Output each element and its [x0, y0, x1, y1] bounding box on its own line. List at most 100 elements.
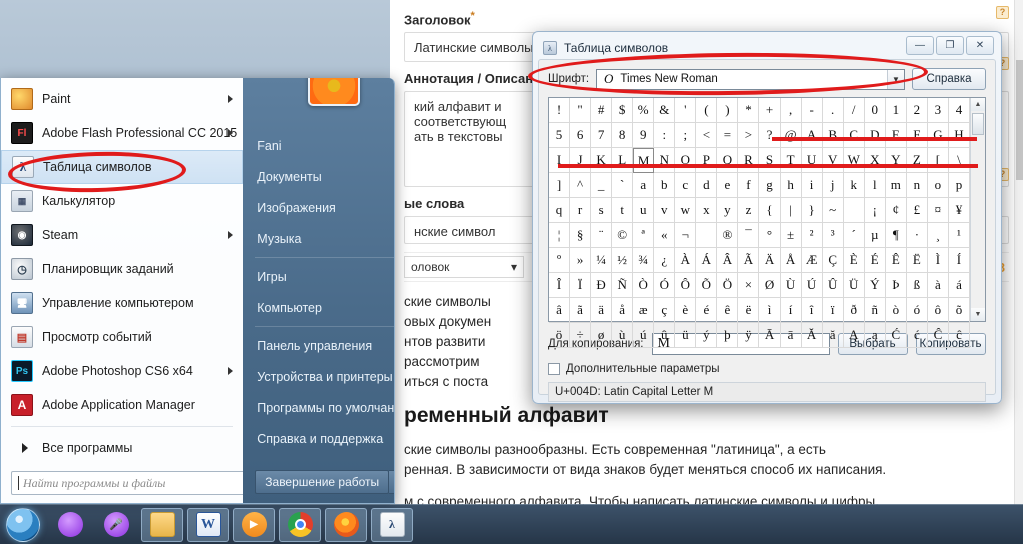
character-cell[interactable]: D [864, 123, 886, 148]
character-cell[interactable]: W [843, 148, 865, 173]
scroll-up-button[interactable]: ▲ [971, 98, 985, 111]
character-cell[interactable]: \ [948, 148, 970, 173]
character-cell[interactable]: © [612, 223, 634, 248]
character-cell[interactable]: ® [717, 223, 739, 248]
character-cell[interactable]: 6 [570, 123, 592, 148]
character-cell[interactable]: Ã [738, 248, 760, 273]
sidebar-item-paint[interactable]: Paint [1, 82, 243, 116]
character-cell[interactable]: Ü [843, 273, 865, 298]
sidebar-item-photoshop[interactable]: Ps Adobe Photoshop CS6 x64 [1, 354, 243, 388]
character-cell[interactable]: @ [780, 123, 802, 148]
page-scrollbar-thumb[interactable] [1016, 60, 1023, 180]
place-item-pictures[interactable]: Изображения [243, 192, 394, 223]
character-cell[interactable]: Ë [906, 248, 928, 273]
character-cell[interactable]: ÿ [738, 323, 760, 348]
character-cell[interactable]: × [738, 273, 760, 298]
shutdown-options-arrow[interactable]: ▶ [389, 470, 394, 494]
character-cell[interactable]: Ê [885, 248, 907, 273]
character-cell[interactable]: ë [738, 298, 760, 323]
character-cell[interactable]: è [675, 298, 697, 323]
character-cell[interactable]: Ä [759, 248, 781, 273]
character-cell[interactable]: ¤ [927, 198, 949, 223]
character-cell[interactable]: R [738, 148, 760, 173]
charmap-titlebar[interactable]: λ Таблица символов — ❐ ✕ [538, 36, 996, 59]
character-cell[interactable]: ¥ [948, 198, 970, 223]
character-cell[interactable]: æ [633, 298, 655, 323]
character-cell[interactable]: » [570, 248, 592, 273]
character-cell[interactable]: Ý [864, 273, 886, 298]
character-cell[interactable]: ý [696, 323, 718, 348]
character-cell[interactable]: m [885, 173, 907, 198]
page-scrollbar[interactable] [1014, 0, 1023, 505]
character-cell[interactable]: Ô [675, 273, 697, 298]
taskbar-item-character-map[interactable]: λ [371, 507, 413, 542]
character-cell[interactable]: â [549, 298, 571, 323]
character-cell[interactable]: , [780, 98, 802, 123]
character-cell[interactable]: ā [780, 323, 802, 348]
character-cell[interactable]: B [822, 123, 844, 148]
character-cell[interactable]: s [591, 198, 613, 223]
character-cell[interactable]: ( [696, 98, 718, 123]
minimize-button[interactable]: — [906, 36, 934, 55]
character-cell[interactable]: õ [948, 298, 970, 323]
character-cell[interactable]: ć [906, 323, 928, 348]
character-cell[interactable]: 8 [612, 123, 634, 148]
character-cell[interactable]: ¶ [885, 223, 907, 248]
character-cell[interactable]: K [591, 148, 613, 173]
character-cell[interactable]: ~ [822, 198, 844, 223]
character-cell[interactable]: É [864, 248, 886, 273]
search-input[interactable]: Найти программы и файлы ⌕ [11, 471, 261, 495]
character-cell[interactable]: ¹ [948, 223, 970, 248]
character-cell[interactable]: ą [864, 323, 886, 348]
character-cell[interactable]: [ [927, 148, 949, 173]
character-cell[interactable]: ù [612, 323, 634, 348]
character-cell[interactable]: ã [570, 298, 592, 323]
character-cell[interactable]: Z [906, 148, 928, 173]
character-cell[interactable]: _ [591, 173, 613, 198]
character-cell[interactable]: 9 [633, 123, 655, 148]
character-cell[interactable]: h [780, 173, 802, 198]
character-cell[interactable]: Þ [885, 273, 907, 298]
character-cell[interactable]: ­ [696, 223, 718, 248]
character-cell[interactable]: U [801, 148, 823, 173]
character-cell[interactable]: S [759, 148, 781, 173]
character-cell[interactable]: M [633, 148, 655, 173]
place-item-computer[interactable]: Компьютер [243, 292, 394, 323]
character-cell[interactable]: ö [549, 323, 571, 348]
character-cell[interactable]: Î [549, 273, 571, 298]
character-cell[interactable]: = [717, 123, 739, 148]
character-cell[interactable]: ô [927, 298, 949, 323]
character-cell[interactable]: Ì [927, 248, 949, 273]
character-cell[interactable]: * [738, 98, 760, 123]
character-cell[interactable]: Ð [591, 273, 613, 298]
place-item-control-panel[interactable]: Панель управления [243, 330, 394, 361]
character-cell[interactable]: Ć [885, 323, 907, 348]
character-cell[interactable]: > [738, 123, 760, 148]
character-cell[interactable]: Ï [570, 273, 592, 298]
taskbar-item-chrome[interactable] [279, 507, 321, 542]
start-orb[interactable] [6, 507, 40, 542]
sidebar-item-adobe-application-manager[interactable]: A Adobe Application Manager [1, 388, 243, 422]
character-cell[interactable]: § [570, 223, 592, 248]
character-cell[interactable]: 7 [591, 123, 613, 148]
sidebar-item-all-programs[interactable]: Все программы [1, 431, 243, 465]
character-cell[interactable]: Ò [633, 273, 655, 298]
character-cell[interactable]: ð [843, 298, 865, 323]
sidebar-item-character-map[interactable]: λ Таблица символов [1, 150, 244, 184]
character-cell[interactable]: P [696, 148, 718, 173]
character-cell[interactable]: Â [717, 248, 739, 273]
character-cell[interactable]: Ą [843, 323, 865, 348]
place-item-music[interactable]: Музыка [243, 223, 394, 254]
character-cell[interactable]: x [696, 198, 718, 223]
character-cell[interactable]: w [675, 198, 697, 223]
character-cell[interactable]: ¿ [654, 248, 676, 273]
scroll-down-button[interactable]: ▼ [971, 308, 985, 321]
sidebar-item-adobe-flash[interactable]: Fl Adobe Flash Professional CC 2015 [1, 116, 243, 150]
character-cell[interactable]: î [801, 298, 823, 323]
character-cell[interactable]: ¼ [591, 248, 613, 273]
character-cell[interactable]: ` [612, 173, 634, 198]
character-cell[interactable]: 4 [948, 98, 970, 123]
format-dropdown[interactable]: оловок ▾ [404, 256, 524, 279]
character-cell[interactable]: þ [717, 323, 739, 348]
character-cell[interactable]: º [549, 248, 571, 273]
